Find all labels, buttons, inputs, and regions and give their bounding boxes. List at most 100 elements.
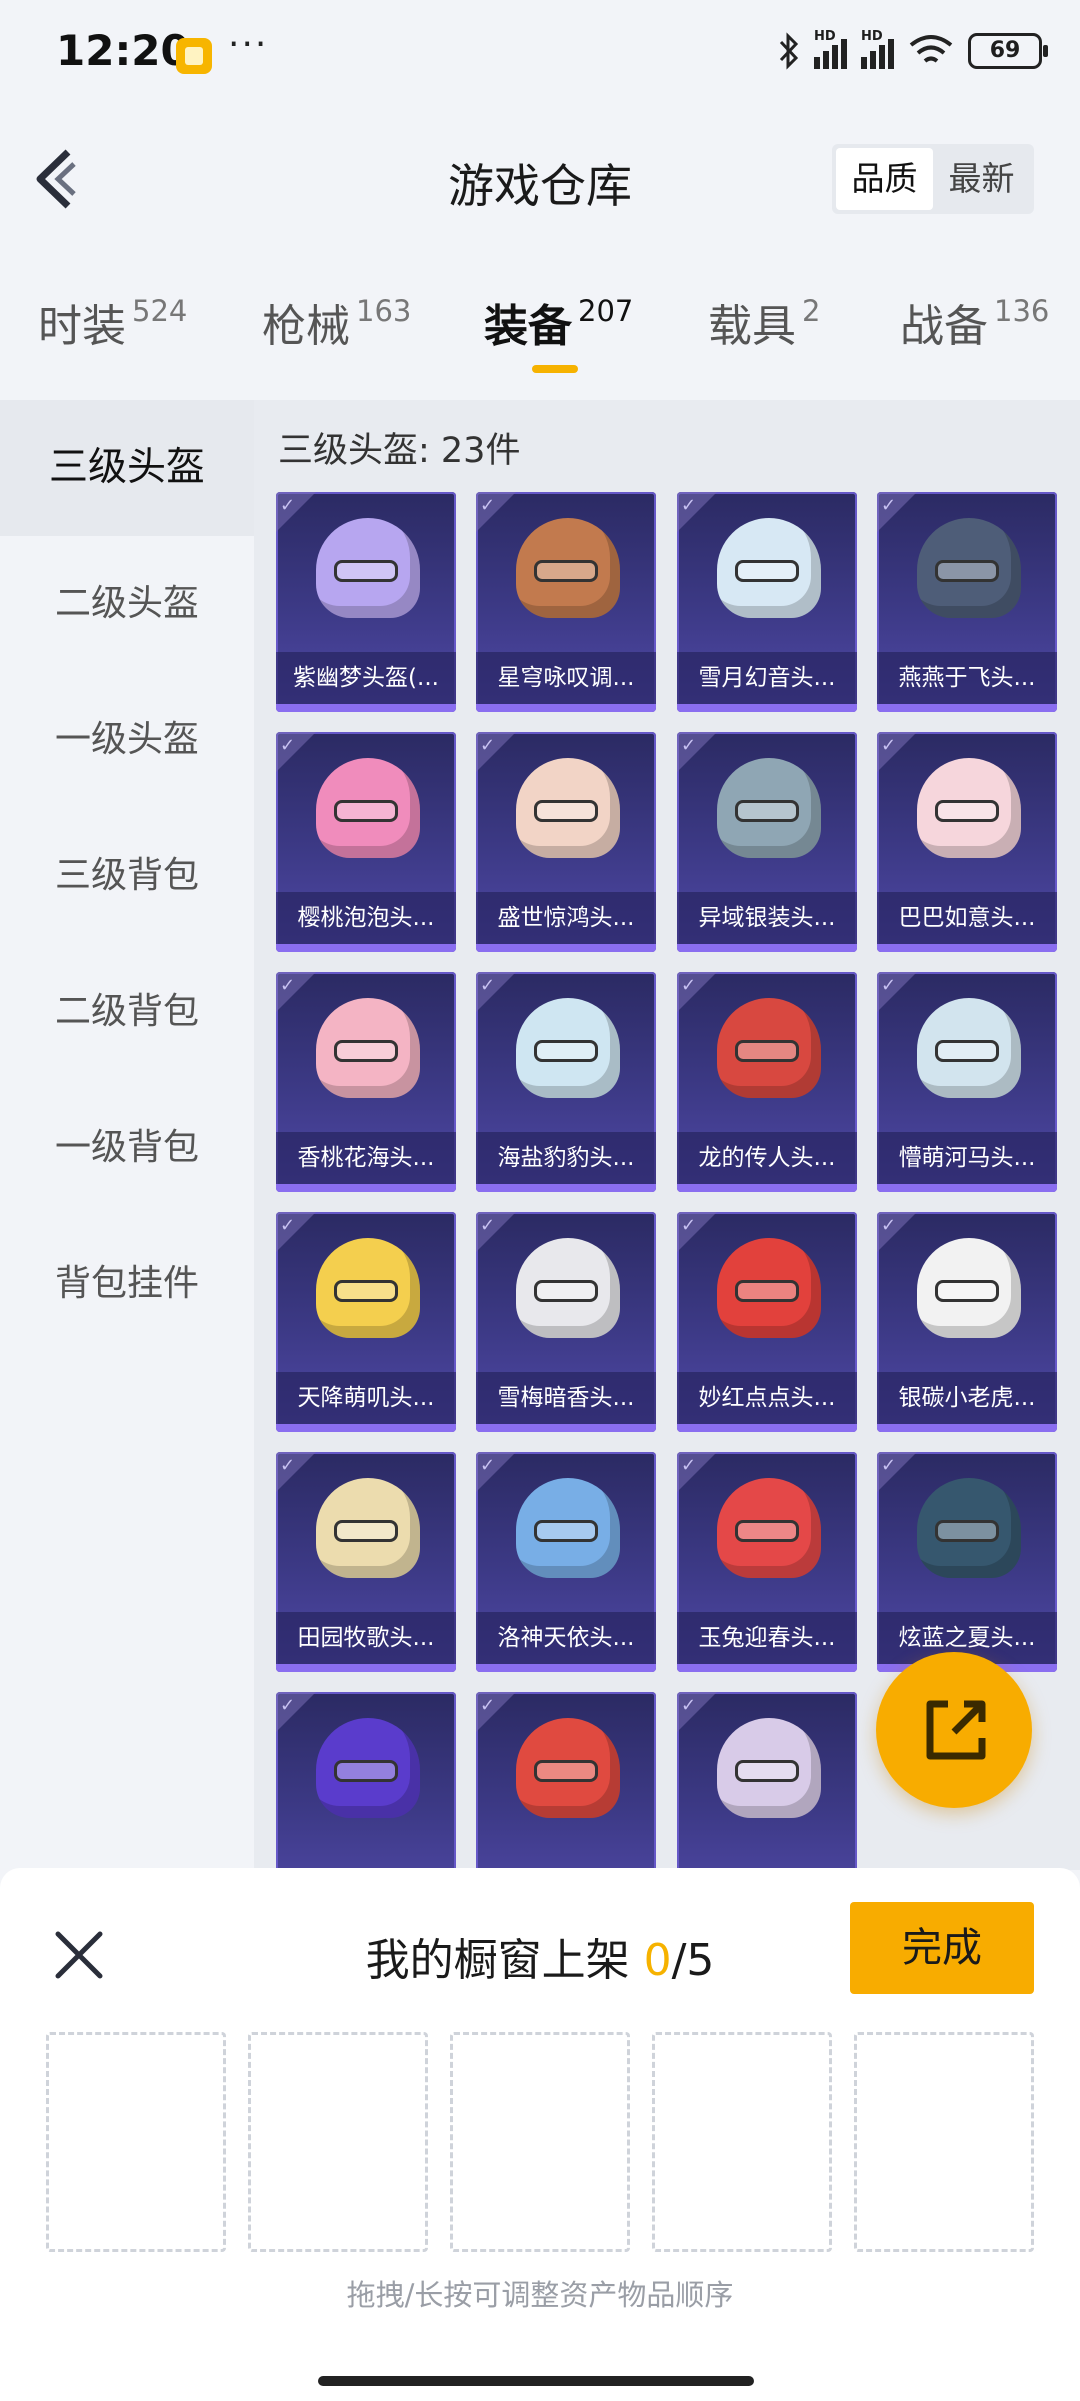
- tab-count: 207: [578, 294, 634, 328]
- item-card[interactable]: ✓: [476, 1692, 656, 1870]
- check-icon: ✓: [881, 495, 897, 516]
- item-name: 紫幽梦头盔(...: [276, 652, 456, 704]
- helmet-icon: [917, 518, 1021, 618]
- check-icon: ✓: [681, 975, 697, 996]
- item-name: 天降萌叽头...: [276, 1372, 456, 1424]
- sidebar-item-backpack-3[interactable]: 三级背包: [0, 808, 254, 944]
- item-card[interactable]: ✓ 异域银装头...: [677, 732, 857, 952]
- item-name: 龙的传人头...: [677, 1132, 857, 1184]
- item-card[interactable]: ✓ 玉兔迎春头...: [677, 1452, 857, 1672]
- item-card[interactable]: ✓ 天降萌叽头...: [276, 1212, 456, 1432]
- check-icon: ✓: [480, 1455, 496, 1476]
- item-card[interactable]: ✓ 燕燕于飞头...: [877, 492, 1057, 712]
- item-card[interactable]: ✓ 田园牧歌头...: [276, 1452, 456, 1672]
- check-icon: ✓: [280, 975, 296, 996]
- tab-count: 163: [356, 294, 412, 328]
- done-button[interactable]: 完成: [850, 1902, 1034, 1994]
- item-card[interactable]: ✓ 银碳小老虎...: [877, 1212, 1057, 1432]
- status-icons: HD HD 69: [778, 29, 1048, 70]
- sort-newest-button[interactable]: 最新: [933, 148, 1030, 210]
- tab-label: 载具: [708, 301, 796, 352]
- item-card[interactable]: ✓: [276, 1692, 456, 1870]
- helmet-icon: [917, 1238, 1021, 1338]
- bluetooth-icon: [779, 32, 799, 70]
- item-card[interactable]: ✓ 紫幽梦头盔(...: [276, 492, 456, 712]
- showcase-title-label: 我的橱窗上架: [365, 1935, 644, 1986]
- item-card[interactable]: ✓ 雪月幻音头...: [677, 492, 857, 712]
- tab-count: 524: [132, 294, 188, 328]
- item-card[interactable]: ✓ 香桃花海头...: [276, 972, 456, 1192]
- showcase-slot[interactable]: [248, 2032, 428, 2252]
- check-icon: ✓: [881, 1215, 897, 1236]
- sidebar-item-backpack-charm[interactable]: 背包挂件: [0, 1216, 254, 1352]
- helmet-icon: [516, 758, 620, 858]
- helmet-icon: [316, 1718, 420, 1818]
- item-card[interactable]: ✓ 洛神天依头...: [476, 1452, 656, 1672]
- check-icon: ✓: [681, 1455, 697, 1476]
- check-icon: ✓: [280, 735, 296, 756]
- item-card[interactable]: ✓ 龙的传人头...: [677, 972, 857, 1192]
- item-card[interactable]: ✓ 妙红点点头...: [677, 1212, 857, 1432]
- item-card[interactable]: ✓ 星穹咏叹调...: [476, 492, 656, 712]
- helmet-icon: [516, 1478, 620, 1578]
- header: 游戏仓库 品质 最新: [0, 110, 1080, 250]
- helmet-icon: [717, 1718, 821, 1818]
- helmet-icon: [316, 1478, 420, 1578]
- tab-gear[interactable]: 战备 136: [900, 290, 1049, 354]
- item-card[interactable]: ✓ 懵萌河马头...: [877, 972, 1057, 1192]
- item-name: 香桃花海头...: [276, 1132, 456, 1184]
- showcase-sheet: 我的橱窗上架 0/5 完成 拖拽/长按可调整资产物品顺序: [0, 1868, 1080, 2401]
- item-card[interactable]: ✓ 海盐豹豹头...: [476, 972, 656, 1192]
- check-icon: ✓: [681, 495, 697, 516]
- home-indicator: [318, 2376, 754, 2386]
- item-card[interactable]: ✓ 炫蓝之夏头...: [877, 1452, 1057, 1672]
- item-name: 海盐豹豹头...: [476, 1132, 656, 1184]
- sidebar-item-helmet-3[interactable]: 三级头盔: [0, 400, 254, 536]
- helmet-icon: [316, 518, 420, 618]
- check-icon: ✓: [480, 735, 496, 756]
- sidebar-item-backpack-1[interactable]: 一级背包: [0, 1080, 254, 1216]
- item-name: 巴巴如意头...: [877, 892, 1057, 944]
- sort-quality-button[interactable]: 品质: [836, 148, 933, 210]
- item-name: 洛神天依头...: [476, 1612, 656, 1664]
- item-name: 樱桃泡泡头...: [276, 892, 456, 944]
- tab-label: 时装: [38, 301, 126, 352]
- showcase-slot[interactable]: [652, 2032, 832, 2252]
- helmet-icon: [316, 998, 420, 1098]
- check-icon: ✓: [480, 495, 496, 516]
- item-name: 雪梅暗香头...: [476, 1372, 656, 1424]
- sidebar-item-helmet-1[interactable]: 一级头盔: [0, 672, 254, 808]
- tab-vehicles[interactable]: 载具 2: [708, 290, 820, 354]
- showcase-slot[interactable]: [450, 2032, 630, 2252]
- tab-guns[interactable]: 枪械 163: [262, 290, 411, 354]
- tab-label: 枪械: [262, 301, 350, 352]
- helmet-icon: [316, 758, 420, 858]
- item-card[interactable]: ✓ 雪梅暗香头...: [476, 1212, 656, 1432]
- item-name: 妙红点点头...: [677, 1372, 857, 1424]
- showcase-slot[interactable]: [46, 2032, 226, 2252]
- showcase-slot[interactable]: [854, 2032, 1034, 2252]
- check-icon: ✓: [280, 1455, 296, 1476]
- tab-equipment[interactable]: 装备 207: [484, 290, 633, 354]
- item-name: 异域银装头...: [677, 892, 857, 944]
- item-card[interactable]: ✓ 樱桃泡泡头...: [276, 732, 456, 952]
- showcase-total-count: /5: [671, 1935, 715, 1986]
- status-more-icon: ···: [228, 24, 269, 65]
- item-card[interactable]: ✓ 盛世惊鸿头...: [476, 732, 656, 952]
- item-card[interactable]: ✓ 巴巴如意头...: [877, 732, 1057, 952]
- section-title: 三级头盔: 23件: [278, 431, 521, 471]
- tab-fashion[interactable]: 时装 524: [38, 290, 187, 354]
- item-name: 雪月幻音头...: [677, 652, 857, 704]
- sidebar-item-helmet-2[interactable]: 二级头盔: [0, 536, 254, 672]
- share-button[interactable]: [876, 1652, 1032, 1808]
- wifi-icon: [909, 35, 953, 63]
- helmet-icon: [316, 1238, 420, 1338]
- item-card[interactable]: ✓: [677, 1692, 857, 1870]
- sidebar-item-backpack-2[interactable]: 二级背包: [0, 944, 254, 1080]
- sort-toggle: 品质 最新: [832, 144, 1034, 214]
- item-name: 盛世惊鸿头...: [476, 892, 656, 944]
- share-icon: [926, 1700, 986, 1760]
- item-name: 银碳小老虎...: [877, 1372, 1057, 1424]
- helmet-icon: [917, 758, 1021, 858]
- item-name: 玉兔迎春头...: [677, 1612, 857, 1664]
